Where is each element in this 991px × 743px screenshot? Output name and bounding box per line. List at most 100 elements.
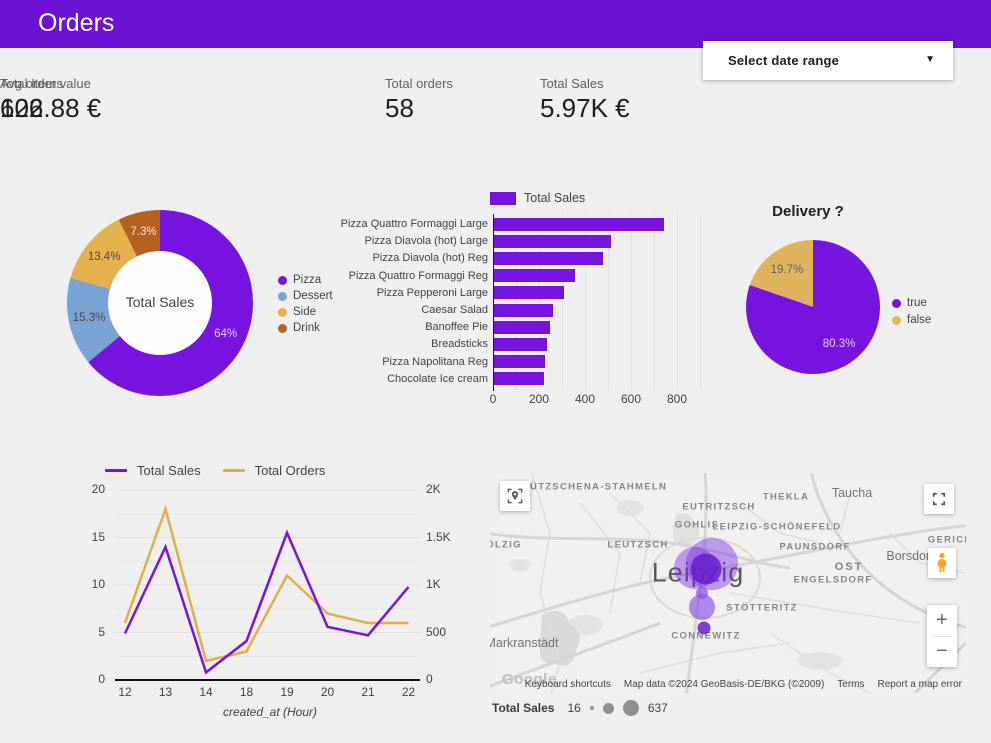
x-tick-label: 14 [188, 685, 224, 699]
legend-item[interactable]: false [892, 314, 931, 326]
y-tick-label: 2K [426, 482, 466, 496]
slice-pct-label: 19.7% [771, 264, 804, 276]
bar[interactable] [494, 355, 545, 368]
x-axis-title: created_at (Hour) [140, 705, 400, 719]
x-tick-label: 13 [148, 685, 184, 699]
slice-pct-label: 64% [214, 328, 237, 340]
legend-label: Total Sales [524, 191, 585, 205]
bar-category-label: Caesar Salad [334, 302, 488, 318]
map-place-label: LEUTZSCH [607, 540, 668, 551]
map-recenter-button[interactable] [500, 481, 530, 511]
geo-bubble-map[interactable]: LÜTZSCHENA-STAHMELNEUTRITZSCHGOHLISLEIPZ… [490, 473, 966, 693]
date-range-control[interactable]: Select date range ▼ [703, 41, 953, 80]
bar[interactable] [494, 338, 547, 351]
legend-item-label: Side [293, 306, 316, 318]
scorecard-value: 58 [385, 93, 453, 124]
map-place-label: EUTRITZSCH [682, 502, 755, 513]
bar[interactable] [494, 218, 664, 231]
map-zoom-control: + − [927, 605, 957, 667]
pie-graphic[interactable] [746, 240, 880, 374]
x-tick-label: 20 [310, 685, 346, 699]
legend-item[interactable]: Side [278, 306, 333, 318]
size-dot-medium [603, 703, 614, 714]
map-place-label: LEIPZIG-SCHÖNEFELD [713, 522, 842, 533]
donut-center-label: Total Sales [85, 294, 235, 310]
scorecard-avg-order-value: Avg order value 102.88 € [0, 76, 101, 124]
line-series-total-sales[interactable] [125, 533, 409, 673]
map-place-label: STÖTTERITZ [726, 603, 798, 614]
scorecard-value: 102.88 € [0, 93, 101, 124]
legend-dot-icon [278, 324, 287, 333]
map-place-label: OST [835, 561, 864, 573]
bar[interactable] [494, 321, 550, 334]
x-tick-label: 21 [350, 685, 386, 699]
legend-dot-icon [892, 299, 901, 308]
bar-category-label: Pizza Quattro Formaggi Reg [334, 268, 488, 284]
x-tick-label: 0 [473, 392, 513, 406]
bar[interactable] [494, 269, 575, 282]
legend-item-label: false [907, 314, 931, 326]
size-dot-large [623, 700, 639, 716]
map-place-label: PAUNSDORF [779, 542, 850, 553]
legend-item[interactable]: Dessert [278, 290, 333, 302]
map-place-label: GERICHS [928, 535, 966, 546]
bar[interactable] [494, 252, 603, 265]
y-tick-label: 20 [65, 482, 105, 496]
legend-item[interactable]: Pizza [278, 274, 333, 286]
zoom-out-button[interactable]: − [927, 637, 957, 667]
zoom-in-button[interactable]: + [927, 606, 957, 636]
map-place-label: ENGELSDORF [794, 575, 873, 586]
legend-item[interactable]: Drink [278, 322, 333, 334]
x-tick-label: 400 [565, 392, 605, 406]
bar-category-label: Breadsticks [334, 336, 488, 352]
bar[interactable] [494, 235, 611, 248]
scorecard-value: 5.97K € [540, 93, 630, 124]
report-map-error-link[interactable]: Report a map error [878, 679, 962, 690]
legend-dot-icon [278, 292, 287, 301]
map-bubble[interactable] [698, 622, 711, 635]
hourly-line-chart: Total SalesTotal Orders 0510152005001K1.… [60, 452, 490, 737]
scorecard-label: Total Sales [540, 76, 630, 91]
x-tick-label: 200 [519, 392, 559, 406]
bar-y-axis-line [493, 214, 494, 391]
y-tick-label: 500 [426, 625, 466, 639]
scorecard-total-sales: Total Sales 5.97K € [540, 76, 630, 124]
size-legend-max: 637 [648, 701, 668, 715]
fullscreen-icon [930, 490, 948, 508]
terms-link[interactable]: Terms [837, 679, 864, 690]
bar-chart-legend: Total Sales [490, 191, 585, 205]
bar-category-label: Banoffee Pie [334, 319, 488, 335]
map-place-label: LÜTZSCHENA-STAHMELN [523, 482, 667, 493]
map-fullscreen-button[interactable] [924, 484, 954, 514]
scorecard-total-orders: Total orders 58 [385, 76, 453, 124]
y-tick-label: 0 [65, 672, 105, 686]
map-pegman-button[interactable] [928, 548, 956, 578]
bar-category-label: Pizza Diavola (hot) Reg [334, 250, 488, 266]
legend-dot-icon [892, 316, 901, 325]
scorecard-label: Total orders [385, 76, 453, 91]
bar[interactable] [494, 372, 544, 385]
map-data-credit: Map data ©2024 GeoBasis-DE/BKG (©2009) [624, 679, 824, 690]
legend-item-label: true [907, 297, 927, 309]
scorecard-label: Avg order value [0, 76, 101, 91]
bar[interactable] [494, 304, 553, 317]
map-place-label: Markranstädt [490, 636, 558, 650]
legend-item-label: Pizza [293, 274, 321, 286]
legend-dot-icon [278, 308, 287, 317]
x-tick-label: 12 [107, 685, 143, 699]
dashboard-page: Orders Select date range ▼ Total orders … [0, 0, 991, 743]
map-place-label: THEKLA [763, 492, 809, 503]
donut-legend: Pizza Dessert Side Drink [278, 274, 333, 334]
bar[interactable] [494, 286, 564, 299]
keyboard-shortcuts-link[interactable]: Keyboard shortcuts [525, 679, 611, 690]
y-tick-label: 5 [65, 625, 105, 639]
map-bubble[interactable] [691, 554, 722, 585]
bar-category-label: Pizza Quattro Formaggi Large [334, 216, 488, 232]
map-bubble[interactable] [689, 594, 715, 620]
size-legend-min: 16 [567, 701, 580, 715]
legend-item[interactable]: true [892, 297, 931, 309]
map-place-label: Taucha [832, 486, 872, 500]
pie-legend: true false [892, 297, 931, 326]
page-title: Orders [38, 9, 114, 38]
size-dot-small [590, 706, 594, 710]
